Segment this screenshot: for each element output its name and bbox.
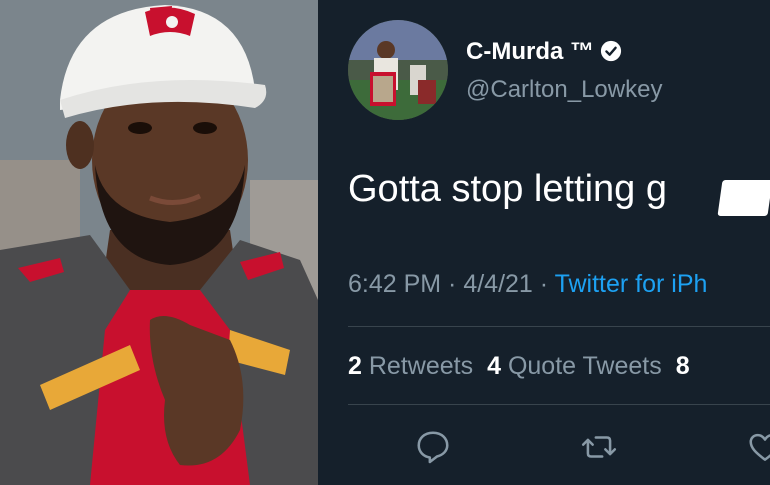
retweet-icon[interactable] <box>580 428 618 466</box>
quote-tweets-label: Quote Tweets <box>507 352 662 380</box>
meta-separator: · <box>441 270 464 298</box>
verified-badge-icon <box>600 40 622 62</box>
like-icon[interactable] <box>746 428 770 466</box>
tweet-stats: 2 Retweets 4 Quote Tweets 8 <box>348 352 690 381</box>
avatar-image <box>348 20 448 120</box>
tweet-card: C-Murda ™ @Carlton_Lowkey Gotta stop let… <box>318 0 770 485</box>
tweet-text-visible: Gotta stop letting g <box>348 168 667 210</box>
player-photo <box>0 0 318 485</box>
quote-tweets-stat[interactable]: 4 Quote Tweets <box>487 352 662 380</box>
quote-tweets-count: 4 <box>487 352 501 380</box>
tweet-date[interactable]: 4/4/21 <box>463 270 533 298</box>
divider-top <box>348 326 770 327</box>
retweets-stat[interactable]: 2 Retweets <box>348 352 473 380</box>
tweet-meta: 6:42 PM · 4/4/21 · Twitter for iPh <box>348 270 707 299</box>
likes-count: 8 <box>675 352 690 380</box>
tweet-time[interactable]: 6:42 PM <box>348 270 441 298</box>
display-name-text: C-Murda ™ <box>466 38 594 65</box>
tweet-text: Gotta stop letting g <box>348 168 667 211</box>
retweets-count: 2 <box>348 352 362 380</box>
divider-bottom <box>348 404 770 405</box>
user-handle[interactable]: @Carlton_Lowkey <box>466 76 662 104</box>
censor-block <box>717 180 770 216</box>
reply-icon[interactable] <box>414 428 452 466</box>
likes-stat[interactable]: 8 <box>676 352 690 380</box>
display-name[interactable]: C-Murda ™ <box>466 38 622 66</box>
retweets-label: Retweets <box>368 352 474 380</box>
tweet-source-link[interactable]: Twitter for iPh <box>555 270 708 298</box>
player-photo-illustration <box>0 0 318 485</box>
meta-separator-2: · <box>532 270 555 298</box>
avatar[interactable] <box>348 20 448 120</box>
